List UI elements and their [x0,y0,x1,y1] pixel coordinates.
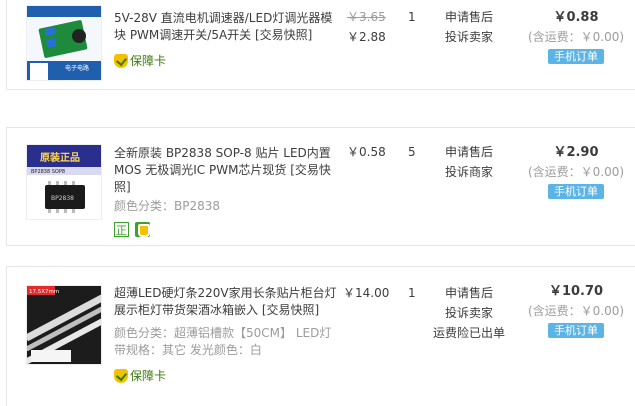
complain-merchant-link[interactable]: 投诉商家 [445,162,493,182]
order-total: ￥0.88 (含运费：￥0.00) 手机订单 [521,9,631,64]
thumb-brand-text: 电子电路 [65,64,89,72]
unit-price: ￥0.58 [347,142,386,162]
product-thumbnail[interactable]: 电子电路 [26,5,102,81]
service-badges: 正 [114,222,150,237]
unit-price: ￥14.00 [343,283,389,303]
order-card-3: 17.5X7mm 超薄LED硬灯条220V家用长条贴片柜台灯展示柜灯带货架酒冰箱… [6,266,635,406]
shipping-fee: (含运费：￥0.00) [527,165,625,179]
after-sale-actions: 申请售后 投诉卖家 运费险已出单 [433,283,505,343]
order-card-2: 原装正品 BP2838 SOP8 BP2838 全新原装 BP2838 SOP-… [6,127,635,246]
shipping-insurance-status: 运费险已出单 [433,326,506,340]
thumb-size-label: 17.5X7mm [29,289,59,295]
led-strip-image: 17.5X7mm [27,286,101,364]
quantity: 5 [408,145,416,159]
guarantee-icon[interactable] [135,222,150,237]
total-amount: ￥0.88 [553,10,599,25]
sku-info: 颜色分类：BP2838 [114,199,221,213]
product-title[interactable]: 超薄LED硬灯条220V家用长条贴片柜台灯展示柜灯带货架酒冰箱嵌入 [交易快照] [114,285,340,319]
product-title[interactable]: 5V-28V 直流电机调速器/LED灯调光器模块 PWM调速开关/5A开关 [交… [114,10,340,44]
product-title[interactable]: 全新原装 BP2838 SOP-8 贴片 LED内置MOS 无极调光IC PWM… [114,145,340,196]
current-price: ￥2.88 [347,30,386,44]
mobile-order-tag[interactable]: 手机订单 [548,49,604,64]
mobile-order-tag[interactable]: 手机订单 [548,323,604,338]
after-sale-actions: 申请售后 投诉商家 [445,142,493,182]
thumb-chip-marking: BP2838 [51,195,74,202]
thumb-banner-text: 原装正品 [40,151,80,164]
service-badges: 保障卡 [114,52,166,69]
mobile-order-tag[interactable]: 手机订单 [548,184,604,199]
guarantee-card-badge[interactable]: 保障卡 [114,52,166,69]
shipping-fee: (含运费：￥0.00) [527,304,625,318]
apply-after-sale-link[interactable]: 申请售后 [433,283,505,303]
complain-seller-link[interactable]: 投诉卖家 [445,27,493,47]
complain-seller-link[interactable]: 投诉卖家 [433,303,505,323]
order-total: ￥10.70 (含运费：￥0.00) 手机订单 [521,283,631,338]
chip-image: 原装正品 BP2838 SOP8 BP2838 [27,145,101,219]
unit-price: ￥3.65 ￥2.88 [347,7,386,47]
current-price: ￥0.58 [347,145,386,159]
order-card-1: 电子电路 5V-28V 直流电机调速器/LED灯调光器模块 PWM调速开关/5A… [6,0,635,90]
quantity: 1 [408,286,416,300]
thumb-chip-label: BP2838 SOP8 [31,169,65,175]
shipping-fee: (含运费：￥0.00) [527,30,625,44]
total-amount: ￥2.90 [553,145,599,160]
pwm-module-image: 电子电路 [27,6,101,80]
total-amount: ￥10.70 [548,284,604,299]
genuine-badge[interactable]: 正 [114,222,129,237]
guarantee-card-badge[interactable]: 保障卡 [114,367,166,384]
sku-spec: 带规格：其它 发光颜色：白 [114,343,262,357]
service-badges: 保障卡 [114,367,166,384]
shield-icon [114,53,128,68]
shield-icon [114,368,128,383]
product-thumbnail[interactable]: 原装正品 BP2838 SOP8 BP2838 [26,144,102,220]
sku-info: 颜色分类：超薄铝槽款【50CM】 LED灯 带规格：其它 发光颜色：白 [114,325,344,359]
original-price: ￥3.65 [347,10,386,24]
after-sale-actions: 申请售后 投诉卖家 [445,7,493,47]
order-total: ￥2.90 (含运费：￥0.00) 手机订单 [521,144,631,199]
apply-after-sale-link[interactable]: 申请售后 [445,142,493,162]
current-price: ￥14.00 [343,286,390,300]
product-thumbnail[interactable]: 17.5X7mm [26,285,102,365]
apply-after-sale-link[interactable]: 申请售后 [445,7,493,27]
quantity: 1 [408,10,416,24]
sku-color: 颜色分类：超薄铝槽款【50CM】 LED灯 [114,326,332,340]
